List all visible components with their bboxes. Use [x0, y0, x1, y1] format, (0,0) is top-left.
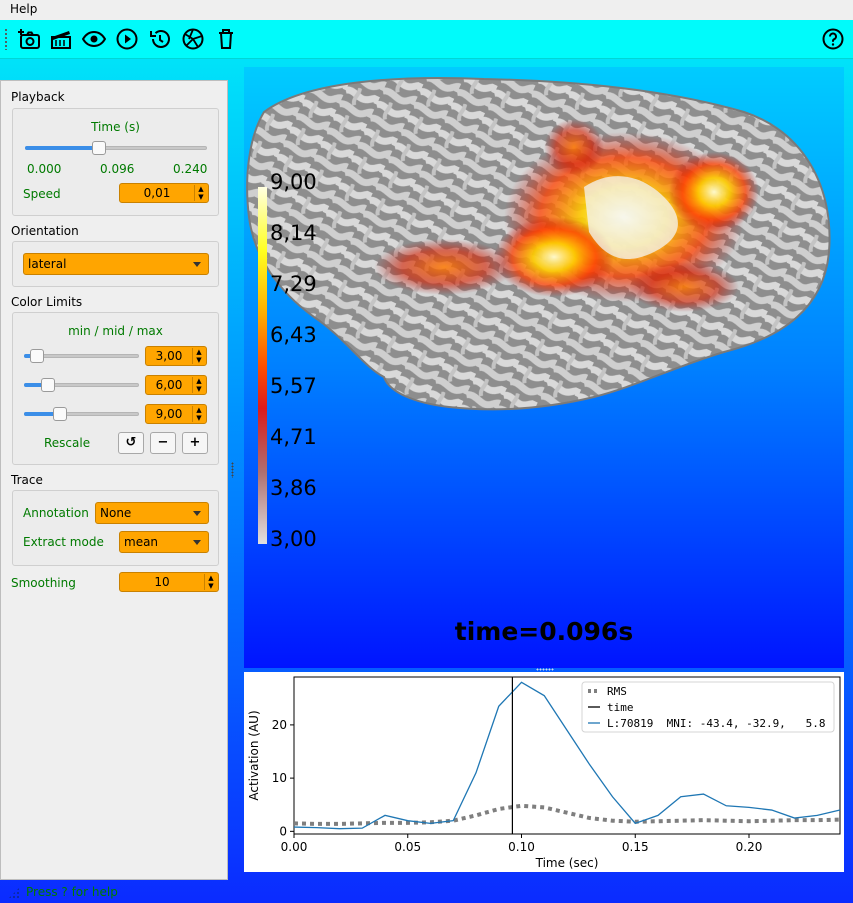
y-tick-label: 0	[279, 824, 287, 838]
x-tick-label: 0.20	[736, 840, 763, 854]
trace-group: Annotation None Extract mode mean	[12, 490, 219, 566]
colorbar-tick: 4,71	[270, 425, 317, 449]
y-tick-label: 10	[272, 771, 287, 785]
time-slider-handle[interactable]	[91, 141, 106, 155]
x-tick-label: 0.05	[394, 840, 421, 854]
smoothing-spinbox[interactable]: 10 ▲ ▼	[119, 572, 219, 592]
max-spinbox[interactable]: 9,00 ▲ ▼	[145, 404, 207, 424]
play-button[interactable]	[114, 26, 140, 52]
y-axis-label: Activation (AU)	[247, 710, 261, 800]
status-bar: Press ? for help	[0, 881, 853, 903]
colorbar-tick: 3,00	[270, 527, 317, 551]
y-tick-label: 20	[272, 718, 287, 732]
legend-entry: L:70819 MNI: -43.4, -32.9, 5.8	[607, 717, 826, 730]
colorbar-tick: 7,29	[270, 272, 317, 296]
smoothing-value: 10	[154, 575, 170, 589]
annotation-combobox[interactable]: None	[95, 502, 209, 524]
time-slider[interactable]	[25, 140, 207, 156]
max-value: 9,00	[155, 407, 183, 421]
reset-button[interactable]	[147, 26, 173, 52]
extract-mode-label: Extract mode	[23, 535, 104, 549]
brain-surface[interactable]	[244, 67, 844, 668]
trace-plot-panel: 0.00 0.05 0.10 0.15 0.20 0 10 20 Time (sec) Activ…	[244, 672, 844, 872]
colorbar	[258, 187, 267, 544]
splitter-handle[interactable]	[231, 462, 234, 478]
time-readout: time=0.096s	[454, 617, 634, 646]
decrease-limits-button[interactable]: −	[150, 432, 176, 454]
playback-section-title: Playback	[11, 90, 65, 104]
play-icon	[116, 28, 138, 50]
x-axis-label: Time (sec)	[535, 856, 599, 870]
toggle-interface-button[interactable]	[81, 26, 107, 52]
toolbar-grip[interactable]	[4, 28, 8, 50]
legend-entry: time	[607, 701, 634, 714]
camera-add-icon	[18, 29, 40, 49]
trace-section-title: Trace	[11, 473, 43, 487]
help-icon	[822, 28, 844, 50]
speed-value: 0,01	[143, 186, 171, 200]
mid-spinbox[interactable]: 6,00 ▲ ▼	[145, 375, 207, 395]
time-max-label: 0.240	[173, 162, 208, 176]
speed-label: Speed	[23, 187, 61, 201]
view-splitter-handle[interactable]	[536, 668, 554, 671]
colorbar-tick: 6,43	[270, 323, 317, 347]
x-tick-label: 0.00	[281, 840, 308, 854]
time-label: Time (s)	[91, 120, 140, 134]
rescale-label: Rescale	[44, 436, 91, 450]
trash-icon	[219, 29, 233, 49]
orientation-value: lateral	[28, 257, 67, 271]
chevron-down-icon	[193, 540, 201, 545]
chevron-down-icon	[193, 511, 201, 516]
time-current-label: 0.096	[100, 162, 135, 176]
menu-help[interactable]: Help	[10, 2, 37, 16]
annotation-label: Annotation	[23, 506, 89, 520]
reset-limits-button[interactable]: ↺	[118, 432, 144, 454]
annotation-value: None	[100, 506, 132, 520]
orientation-combobox[interactable]: lateral	[23, 253, 209, 275]
color-limits-label: min / mid / max	[68, 324, 163, 338]
color-limits-group: min / mid / max 3,00 ▲ ▼ 6,00 ▲ ▼ 9,00 ▲ ▼ Res…	[12, 312, 219, 465]
min-spinbox[interactable]: 3,00 ▲ ▼	[145, 346, 207, 366]
increase-limits-button[interactable]: +	[182, 432, 208, 454]
extract-mode-combobox[interactable]: mean	[119, 531, 209, 553]
trace-chart[interactable]: 0.00 0.05 0.10 0.15 0.20 0 10 20 Time (sec) Activ…	[244, 672, 844, 872]
color-limits-section-title: Color Limits	[11, 295, 83, 309]
eye-icon	[82, 30, 106, 48]
clear-button[interactable]	[213, 26, 239, 52]
legend-entry: RMS	[607, 685, 627, 698]
screenshot-button[interactable]	[16, 26, 42, 52]
max-slider[interactable]	[24, 406, 139, 422]
menu-bar: Help	[0, 0, 853, 20]
orientation-section-title: Orientation	[11, 224, 79, 238]
mid-value: 6,00	[155, 378, 183, 392]
brain-3d-view[interactable]: 9,00 8,14 7,29 6,43 5,57 4,71 3,86 3,00 time=0.…	[244, 67, 844, 668]
size-grip[interactable]	[8, 887, 20, 899]
playback-group: Time (s) 0.000 0.096 0.240 Speed 0,01 ▲ ▼	[12, 108, 219, 216]
smoothing-label: Smoothing	[11, 576, 76, 590]
speed-spinbox[interactable]: 0,01 ▲ ▼	[119, 183, 209, 203]
shutter-icon	[182, 28, 204, 50]
extract-mode-value: mean	[124, 535, 159, 549]
toolbar	[0, 20, 853, 59]
mid-slider[interactable]	[24, 377, 139, 393]
help-button[interactable]	[820, 26, 846, 52]
min-value: 3,00	[155, 349, 183, 363]
history-icon	[150, 30, 170, 48]
restore-button[interactable]	[180, 26, 206, 52]
clapperboard-icon	[51, 31, 71, 49]
colorbar-tick: 8,14	[270, 221, 317, 245]
orientation-group: lateral	[12, 241, 219, 287]
min-slider[interactable]	[24, 348, 139, 364]
status-text: Press ? for help	[26, 885, 118, 899]
colorbar-tick: 5,57	[270, 374, 317, 398]
colorbar-tick: 9,00	[270, 170, 317, 194]
movie-button[interactable]	[48, 26, 74, 52]
x-tick-label: 0.10	[508, 840, 535, 854]
x-tick-label: 0.15	[622, 840, 649, 854]
colorbar-tick: 3,86	[270, 476, 317, 500]
chevron-down-icon	[193, 262, 201, 267]
control-panel: Playback Time (s) 0.000 0.096 0.240 Spee…	[0, 80, 228, 880]
time-min-label: 0.000	[27, 162, 62, 176]
